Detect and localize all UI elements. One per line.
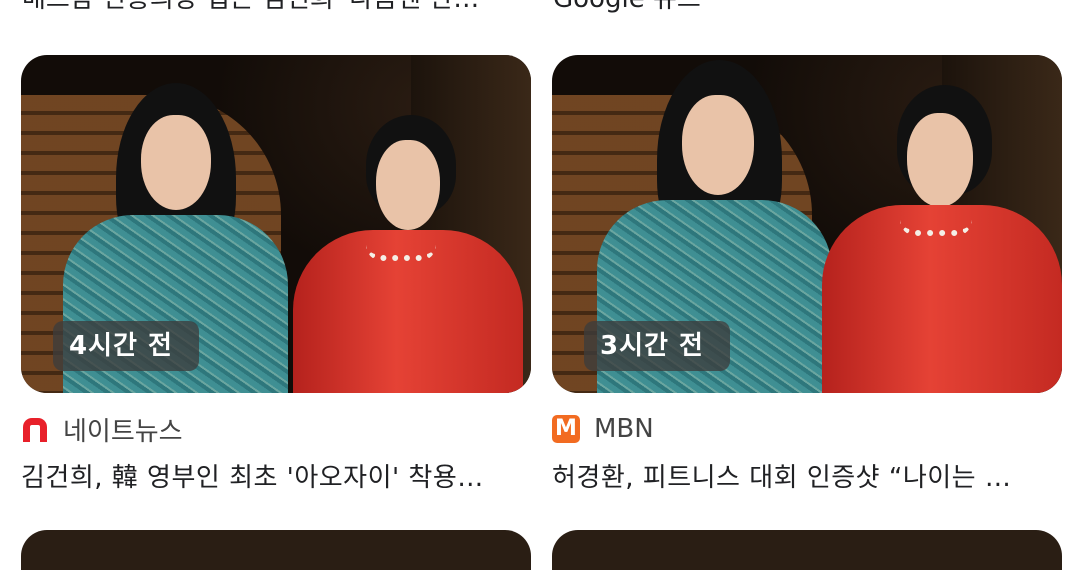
time-badge: 3시간 전 [584, 321, 730, 371]
news-card[interactable]: 3시간 전 MBN 허경환, 피트니스 대회 인증샷 “나이는 … [552, 55, 1062, 493]
news-headline[interactable]: 허경환, 피트니스 대회 인증샷 “나이는 … [552, 457, 1062, 494]
mbn-logo-icon [552, 415, 580, 443]
time-badge: 4시간 전 [53, 321, 199, 371]
news-source: 네이트뉴스 [21, 411, 183, 447]
next-news-thumbnail[interactable] [21, 530, 531, 570]
next-news-thumbnail[interactable] [552, 530, 1062, 570]
source-name: MBN [594, 414, 654, 444]
news-headline[interactable]: 김건희, 韓 영부인 최초 '아오자이' 착용… [21, 457, 531, 494]
prev-source-right[interactable]: Google 뉴스 [553, 0, 1053, 15]
news-thumbnail[interactable]: 4시간 전 [21, 55, 531, 393]
news-card[interactable]: 4시간 전 네이트뉴스 김건희, 韓 영부인 최초 '아오자이' 착용… [21, 55, 531, 493]
source-name: 네이트뉴스 [63, 416, 183, 447]
news-source: MBN [552, 411, 654, 447]
nate-logo-icon [21, 415, 49, 443]
prev-headline-left[interactable]: 배드람 전통의상 입은 김건희 '다음엔 한… [22, 0, 522, 15]
news-thumbnail[interactable]: 3시간 전 [552, 55, 1062, 393]
